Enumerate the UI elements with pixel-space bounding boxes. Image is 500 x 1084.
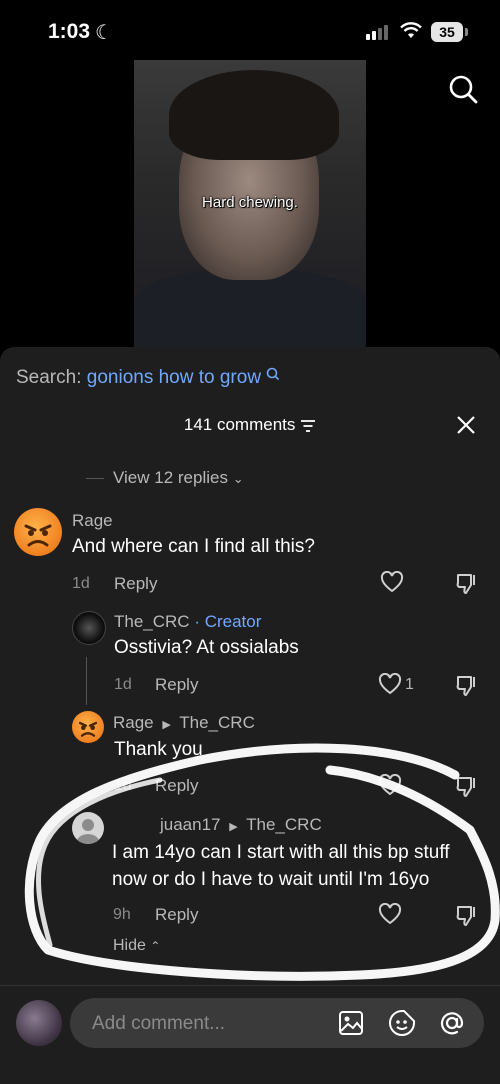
comment-username-reply[interactable]: Rage ▶ The_CRC: [113, 713, 255, 733]
status-time: 1:03: [48, 20, 91, 43]
comment-text: And where can I find all this?: [72, 536, 315, 557]
comment-age: 1d: [72, 575, 90, 592]
comment-age: 1d: [114, 777, 132, 794]
search-label: Search:: [16, 367, 82, 388]
comment-username-reply[interactable]: juaan17 ▶ The_CRC: [160, 815, 322, 835]
like-count: 1: [405, 676, 414, 693]
battery-icon: 35: [431, 22, 463, 42]
current-user-avatar: [16, 1000, 62, 1046]
chevron-down-icon: ⌄: [232, 471, 244, 486]
comment-username[interactable]: Rage: [72, 511, 113, 531]
creator-badge: · Creator: [194, 612, 262, 631]
avatar-rage[interactable]: [14, 508, 62, 556]
video-thumbnail[interactable]: Hard chewing.: [134, 60, 366, 350]
signal-icon: [366, 25, 388, 40]
mention-icon[interactable]: [438, 1009, 466, 1037]
comment-input-bar: Add comment...: [0, 985, 500, 1084]
reply-button[interactable]: Reply: [114, 574, 157, 594]
reply-to-username[interactable]: The_CRC: [179, 713, 255, 732]
comment-placeholder: Add comment...: [92, 1013, 226, 1034]
reply-arrow-icon: ▶: [162, 719, 171, 731]
video-shirt: [134, 270, 366, 350]
hide-label: Hide: [113, 937, 146, 954]
comment-text-line2: now or do I have to wait until I'm 16yo: [112, 869, 430, 890]
comment-username[interactable]: Rage: [113, 713, 154, 732]
dislike-icon[interactable]: [456, 774, 478, 798]
comments-sheet: Search: gonions how to grow 141 comments…: [0, 347, 500, 1083]
search-query[interactable]: gonions how to grow: [87, 367, 261, 388]
view-replies-divider: [86, 478, 104, 479]
comment-age: 9h: [113, 906, 131, 923]
video-caption: Hard chewing.: [202, 194, 298, 211]
angry-face-icon: [78, 721, 98, 737]
comment-username[interactable]: The_CRC: [114, 612, 190, 631]
heart-icon[interactable]: [378, 774, 402, 796]
comment-text-line1: I am 14yo can I start with all this bp s…: [112, 842, 450, 863]
image-icon[interactable]: [338, 1010, 364, 1036]
comment-text: Osstivia? At ossialabs: [114, 637, 299, 658]
status-bar: 1:03 ☾ 35: [0, 0, 500, 60]
chevron-up-icon: ⌃: [150, 939, 161, 953]
related-search[interactable]: Search: gonions how to grow: [16, 367, 280, 389]
view-replies-label: View 12 replies: [113, 468, 228, 487]
comment-username-with-badge[interactable]: The_CRC · Creator: [114, 612, 261, 632]
filter-icon[interactable]: [300, 419, 316, 433]
video-hair: [169, 70, 339, 160]
search-icon[interactable]: [448, 74, 478, 104]
dislike-icon[interactable]: [456, 673, 478, 697]
comment-age: 1d: [114, 676, 132, 693]
angry-face-icon: [24, 524, 52, 547]
heart-icon[interactable]: [378, 903, 402, 925]
comments-header: 141 comments: [0, 415, 500, 435]
comment-text: Thank you: [114, 739, 203, 760]
heart-icon[interactable]: [378, 673, 402, 695]
heart-icon[interactable]: [380, 571, 404, 593]
comment-input[interactable]: Add comment...: [70, 998, 484, 1048]
avatar-juaan17[interactable]: [72, 812, 104, 844]
sticker-icon[interactable]: [388, 1009, 416, 1037]
reply-button[interactable]: Reply: [155, 776, 198, 796]
reply-button[interactable]: Reply: [155, 905, 198, 925]
view-replies-button[interactable]: View 12 replies ⌄: [113, 468, 244, 488]
reply-button[interactable]: Reply: [155, 675, 198, 695]
avatar-rage[interactable]: [72, 711, 104, 743]
search-small-icon: [267, 367, 280, 381]
close-icon[interactable]: [456, 415, 476, 435]
avatar-the-crc[interactable]: [72, 611, 106, 645]
comment-username[interactable]: juaan17: [160, 815, 221, 834]
comments-count: 141 comments: [183, 415, 296, 434]
thread-line: [86, 657, 87, 705]
moon-icon: ☾: [95, 22, 113, 44]
wifi-icon: [400, 22, 422, 38]
default-avatar-icon: [76, 819, 100, 844]
hide-replies-button[interactable]: Hide ⌃: [113, 937, 160, 955]
dislike-icon[interactable]: [456, 903, 478, 927]
dislike-icon[interactable]: [456, 571, 478, 595]
reply-to-username[interactable]: The_CRC: [246, 815, 322, 834]
battery-tip: [465, 28, 468, 36]
reply-arrow-icon: ▶: [229, 821, 238, 833]
